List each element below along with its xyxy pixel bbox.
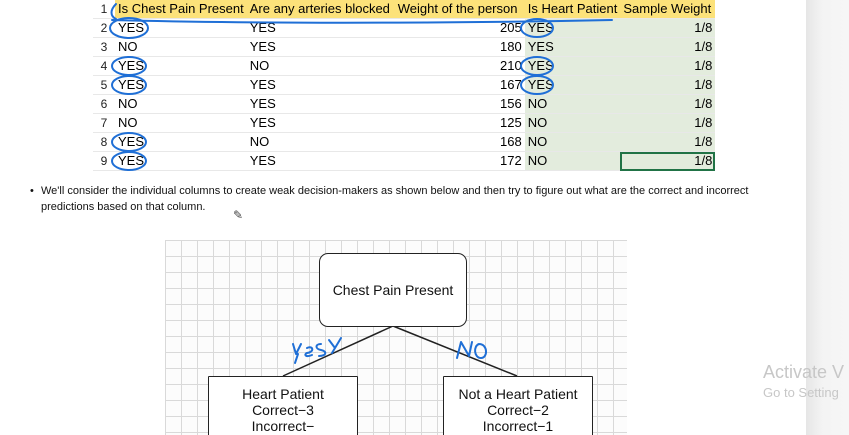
bullet-glyph: •	[30, 185, 34, 197]
leaf-correct: Correct−2	[487, 402, 549, 418]
ink-annotations-table	[109, 3, 613, 171]
leaf-incorrect: Incorrect−1	[482, 418, 554, 434]
leaf-incorrect: Incorrect−	[251, 418, 315, 434]
ink-circle	[111, 132, 147, 152]
ink-no-label	[456, 341, 487, 359]
pencil-cursor-icon: ✎	[233, 208, 244, 222]
document-page: 1 Is Chest Pain Present Are any arteries…	[0, 0, 806, 435]
left-edge	[282, 325, 394, 377]
watermark-line1: Activate V	[763, 362, 845, 382]
left-leaf-node: Heart Patient Correct−3 Incorrect−	[208, 376, 358, 435]
ink-circle	[111, 56, 147, 76]
ink-underline	[111, 19, 613, 24]
right-edge	[392, 325, 518, 377]
ink-circle	[111, 75, 147, 95]
right-leaf-node: Not a Heart Patient Correct−2 Incorrect−…	[443, 376, 593, 435]
root-node: Chest Pain Present	[319, 253, 467, 327]
activation-watermark: Activate V Go to Setting	[763, 362, 844, 400]
leaf-correct: Correct−3	[252, 402, 314, 418]
ink-stroke	[110, 3, 117, 20]
root-label: Chest Pain Present	[332, 282, 454, 298]
ink-circle	[520, 56, 554, 76]
ink-circle	[111, 151, 147, 171]
bullet-text: We'll consider the individual columns to…	[41, 185, 749, 213]
ink-yes-label	[292, 337, 342, 364]
ink-circle	[520, 75, 554, 95]
decision-stump-diagram: Chest Pain Present Heart Patient Correct…	[165, 240, 627, 435]
watermark-line2: Go to Setting	[763, 385, 839, 400]
leaf-title: Not a Heart Patient	[458, 386, 578, 402]
leaf-title: Heart Patient	[242, 386, 324, 402]
